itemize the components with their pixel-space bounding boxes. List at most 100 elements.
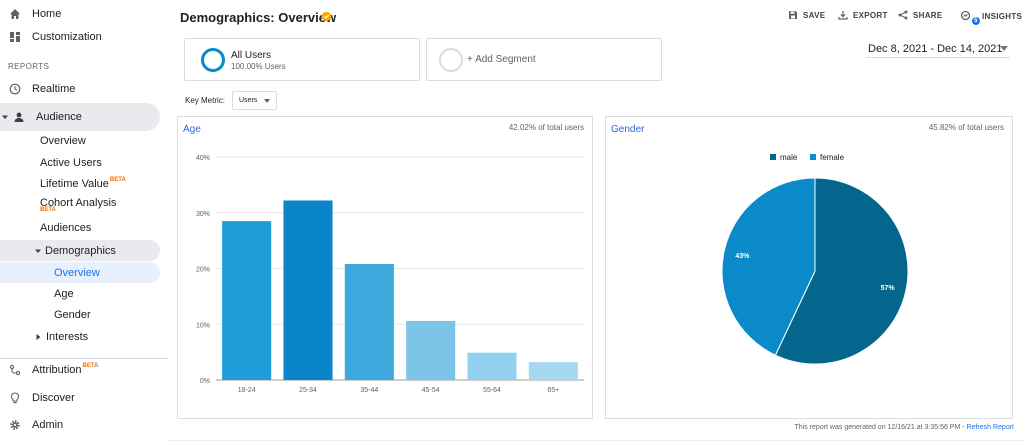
key-metric-value: Users <box>239 97 258 104</box>
x-tick-label: 55-64 <box>483 387 501 394</box>
nav-audience-label: Audience <box>36 111 82 123</box>
save-button[interactable]: SAVE <box>788 10 825 20</box>
nav-discover-label: Discover <box>32 392 75 404</box>
empty-segment-indicator <box>439 48 463 72</box>
nav-realtime[interactable]: Realtime <box>0 75 160 103</box>
caret-down-icon <box>2 114 8 120</box>
pie-slice-label: 57% <box>881 285 896 292</box>
x-tick-label: 65+ <box>547 387 559 394</box>
report-generated-note: This report was generated on 12/16/21 at… <box>795 424 1014 431</box>
nav-age[interactable]: Age <box>54 284 74 304</box>
export-button[interactable]: EXPORT <box>838 10 888 20</box>
save-icon <box>789 11 797 19</box>
save-label: SAVE <box>803 10 826 20</box>
segment-color-indicator <box>201 48 225 72</box>
nav-gender[interactable]: Gender <box>54 305 91 325</box>
key-metric-select[interactable]: Users <box>232 91 277 110</box>
legend-swatch <box>810 154 816 160</box>
attribution-icon <box>8 363 22 377</box>
nav-attribution[interactable]: Attribution BETA <box>0 356 160 384</box>
beta-badge: BETA <box>82 363 99 369</box>
caret-down-icon <box>35 248 41 254</box>
gender-panel: Gender 45.82% of total users male female 5… <box>605 116 1013 419</box>
download-icon <box>838 11 848 20</box>
chevron-down-icon <box>1000 46 1008 51</box>
share-label: SHARE <box>913 10 943 20</box>
segment-all-users[interactable]: All Users 100.00% Users <box>184 38 420 81</box>
nav-realtime-label: Realtime <box>32 83 76 95</box>
person-icon <box>12 110 26 124</box>
age-panel: Age 42.02% of total users 0% 10% 20% 30% 40%… <box>177 116 593 419</box>
age-bar <box>222 221 272 380</box>
date-range-label: Dec 8, 2021 - Dec 14, 2021 <box>868 42 1003 55</box>
insights-button[interactable]: 5 INSIGHTS <box>960 10 1023 25</box>
beta-badge: BETA <box>109 177 126 183</box>
segment-percentage: 100.00% Users <box>231 62 286 71</box>
bottom-divider <box>168 440 1024 441</box>
age-bar <box>467 352 517 380</box>
age-bar <box>283 200 333 380</box>
segment-name: All Users <box>231 50 272 61</box>
x-tick-label: 18-24 <box>238 387 256 394</box>
nav-customization[interactable]: Customization <box>0 23 160 51</box>
date-range-picker[interactable]: Dec 8, 2021 - Dec 14, 2021 <box>866 40 1010 58</box>
nav-interests[interactable]: Interests <box>36 327 88 347</box>
nav-home-label: Home <box>32 8 62 20</box>
legend-swatch <box>770 154 776 160</box>
dashboard-icon <box>8 30 22 44</box>
chevron-down-icon <box>264 99 270 103</box>
nav-customization-label: Customization <box>32 31 102 43</box>
nav-demographics-label: Demographics <box>45 244 116 257</box>
nav-active-users[interactable]: Active Users <box>40 153 102 173</box>
nav-lifetime-value[interactable]: Lifetime Value BETA <box>40 174 126 194</box>
nav-admin-label: Admin <box>32 419 64 431</box>
add-segment-label: + Add Segment <box>467 54 536 65</box>
y-tick-label: 30% <box>196 211 210 218</box>
age-bar <box>406 320 456 380</box>
y-tick-label: 0% <box>200 378 210 385</box>
nav-audience-overview[interactable]: Overview <box>40 131 86 151</box>
legend-label: female <box>820 153 845 162</box>
generated-text: This report was generated on 12/16/21 at… <box>794 424 967 431</box>
refresh-report-link[interactable]: Refresh Report <box>967 424 1014 431</box>
age-bar <box>344 264 394 380</box>
verified-badge-icon <box>321 11 332 22</box>
nav-audience[interactable]: Audience <box>0 103 160 131</box>
nav-attribution-label: Attribution <box>32 364 82 376</box>
clock-icon <box>8 82 22 96</box>
y-tick-label: 20% <box>196 267 210 274</box>
insights-label: INSIGHTS <box>982 11 1023 21</box>
y-tick-label: 40% <box>196 155 210 162</box>
age-bar <box>528 362 578 380</box>
reports-section-header: REPORTS <box>8 62 50 71</box>
share-icon <box>898 10 908 20</box>
beta-badge: BETA <box>40 207 56 213</box>
home-icon <box>8 7 22 21</box>
lightbulb-icon <box>8 391 22 405</box>
nav-lifetime-value-label: Lifetime Value <box>40 178 109 190</box>
nav-demographics[interactable]: Demographics <box>0 240 160 261</box>
export-label: EXPORT <box>853 10 888 20</box>
key-metric-label: Key Metric: <box>185 96 226 105</box>
sidebar: Home Customization REPORTS Realtime Audi… <box>0 0 168 444</box>
nav-interests-label: Interests <box>46 331 89 343</box>
gear-icon <box>8 418 22 432</box>
share-button[interactable]: SHARE <box>898 10 943 20</box>
nav-demographics-overview[interactable]: Overview <box>0 262 160 283</box>
y-tick-label: 10% <box>196 322 210 329</box>
x-tick-label: 35-44 <box>360 387 378 394</box>
insights-badge: 5 <box>972 17 980 25</box>
nav-demographics-overview-label: Overview <box>54 266 100 279</box>
nav-admin[interactable]: Admin <box>0 411 160 439</box>
add-segment-button[interactable]: + Add Segment <box>426 38 662 81</box>
nav-discover[interactable]: Discover <box>0 384 160 412</box>
nav-audiences[interactable]: Audiences <box>40 218 91 238</box>
age-bar-chart: 0% 10% 20% 30% 40% 18-24 25-34 35-44 45-54 55-64 6… <box>196 155 584 394</box>
x-tick-label: 25-34 <box>299 387 317 394</box>
x-tick-label: 45-54 <box>422 387 440 394</box>
caret-right-icon <box>36 334 41 340</box>
gender-pie-chart: male female 57% 43% <box>721 153 909 365</box>
insights-icon: 5 <box>960 10 980 25</box>
report-header: Demographics: Overview SAVE EXPORT SHARE… <box>168 0 1024 34</box>
page-title: Demographics: Overview <box>180 10 337 25</box>
